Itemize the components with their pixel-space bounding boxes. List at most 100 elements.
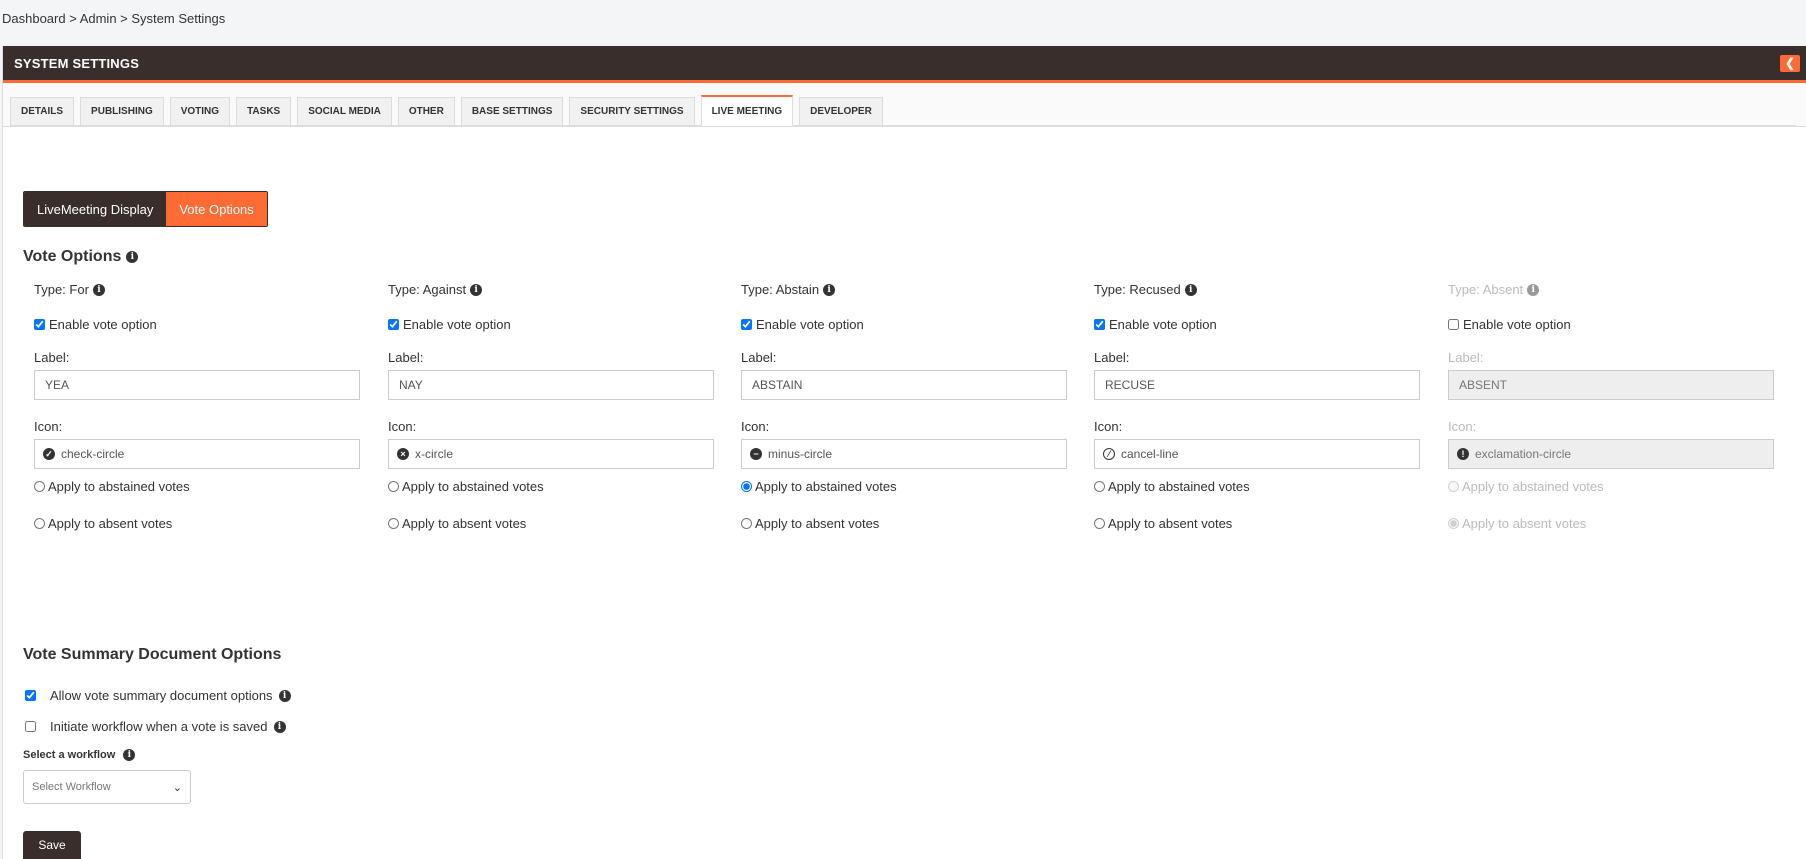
- apply-absent-option: Apply to absent votes: [741, 516, 879, 531]
- workflow-label-text: Select a workflow: [23, 749, 116, 761]
- icon-input-value: cancel-line: [1121, 447, 1179, 461]
- icon-input[interactable]: ⁄ cancel-line: [1094, 439, 1420, 469]
- vote-type-label: Type: Recused: [1094, 282, 1181, 297]
- tab-details[interactable]: DETAILS: [10, 97, 75, 125]
- enable-vote-checkbox[interactable]: [34, 319, 45, 330]
- apply-absent-radio[interactable]: [34, 518, 45, 529]
- info-icon[interactable]: i: [92, 283, 105, 296]
- label-input: ABSENT: [1448, 370, 1774, 400]
- label-input[interactable]: RECUSE: [1094, 370, 1420, 400]
- enable-vote-checkbox[interactable]: [1094, 319, 1105, 330]
- tab-other[interactable]: OTHER: [397, 97, 455, 125]
- icon-input: ! exclamation-circle: [1448, 439, 1774, 469]
- enable-vote-checkbox[interactable]: [1448, 319, 1459, 330]
- tab-developer[interactable]: DEVELOPER: [799, 97, 883, 125]
- allow-summary-label: Allow vote summary document options: [50, 688, 273, 703]
- apply-abstained-radio: [1448, 481, 1459, 492]
- enable-vote-checkbox[interactable]: [741, 319, 752, 330]
- apply-absent-radio[interactable]: [741, 518, 752, 529]
- enable-vote-checkbox[interactable]: [388, 319, 399, 330]
- tab-security-settings[interactable]: SECURITY SETTINGS: [569, 97, 695, 125]
- icon-input[interactable]: ✓ check-circle: [34, 439, 360, 469]
- info-icon[interactable]: i: [470, 283, 483, 296]
- vote-type-label: Type: Absent: [1448, 282, 1524, 297]
- summary-heading: Vote Summary Document Options: [23, 646, 282, 663]
- panel-title: SYSTEM SETTINGS: [14, 55, 140, 71]
- icon-caption: Icon:: [34, 419, 63, 434]
- vote-option-column: Type: For i Enable vote option Label: YE…: [34, 282, 360, 531]
- icon-input[interactable]: × x-circle: [388, 439, 714, 469]
- tab-voting[interactable]: VOTING: [169, 97, 231, 125]
- vote-type-label: Type: For: [34, 282, 89, 297]
- breadcrumb: Dashboard > Admin > System Settings: [2, 11, 226, 26]
- vote-options-button[interactable]: Vote Options: [166, 192, 267, 226]
- apply-absent-option: Apply to absent votes: [34, 516, 172, 531]
- apply-absent-option: Apply to absent votes: [388, 516, 526, 531]
- allow-summary-checkbox[interactable]: [25, 690, 36, 701]
- apply-abstained-option: Apply to abstained votes: [1094, 479, 1250, 494]
- chevron-down-icon: ⌄: [172, 781, 182, 794]
- vote-option-column: Type: Abstain i Enable vote option Label…: [741, 282, 1067, 531]
- collapse-button[interactable]: ❮: [1780, 54, 1800, 72]
- enable-vote-option: Enable vote option: [388, 317, 511, 332]
- icon-caption: Icon:: [388, 419, 417, 434]
- tab-base-settings[interactable]: BASE SETTINGS: [460, 97, 564, 125]
- vote-options-title: Vote Options: [23, 248, 122, 265]
- vote-type-label: Type: Against: [388, 282, 467, 297]
- info-icon[interactable]: i: [273, 720, 286, 733]
- apply-absent-label: Apply to absent votes: [48, 516, 173, 531]
- apply-absent-radio[interactable]: [1094, 518, 1105, 529]
- tab-publishing[interactable]: PUBLISHING: [80, 97, 164, 125]
- label-input[interactable]: ABSTAIN: [741, 370, 1067, 400]
- tab-live-meeting[interactable]: LIVE MEETING: [700, 95, 794, 126]
- enable-vote-label: Enable vote option: [49, 317, 157, 332]
- label-input[interactable]: YEA: [34, 370, 360, 400]
- tab-tasks[interactable]: TASKS: [236, 97, 292, 125]
- info-icon[interactable]: i: [1527, 283, 1540, 296]
- icon-input[interactable]: − minus-circle: [741, 439, 1067, 469]
- vote-type-label: Type: Abstain: [741, 282, 820, 297]
- info-icon[interactable]: i: [1184, 283, 1197, 296]
- label-caption: Label:: [34, 350, 70, 365]
- tab-social-media[interactable]: SOCIAL MEDIA: [297, 97, 392, 125]
- apply-abstained-radio[interactable]: [741, 481, 752, 492]
- label-caption: Label:: [741, 350, 777, 365]
- vote-type-heading: Type: Recused i: [1094, 282, 1420, 297]
- cancel-line-icon: ⁄: [1103, 448, 1115, 460]
- info-icon[interactable]: i: [123, 749, 136, 761]
- workflow-select[interactable]: Select Workflow ⌄: [23, 770, 191, 804]
- apply-absent-label: Apply to absent votes: [402, 516, 527, 531]
- apply-absent-radio[interactable]: [388, 518, 399, 529]
- apply-abstained-radio[interactable]: [34, 481, 45, 492]
- apply-abstained-option: Apply to abstained votes: [34, 479, 190, 494]
- info-icon[interactable]: i: [278, 689, 291, 702]
- info-icon[interactable]: i: [126, 251, 139, 263]
- apply-absent-option: Apply to absent votes: [1448, 516, 1586, 531]
- enable-vote-label: Enable vote option: [1109, 317, 1217, 332]
- save-button[interactable]: Save: [23, 831, 81, 859]
- minus-circle-icon: −: [750, 448, 762, 460]
- apply-abstained-label: Apply to abstained votes: [48, 479, 190, 494]
- enable-vote-label: Enable vote option: [403, 317, 511, 332]
- label-caption: Label:: [388, 350, 424, 365]
- icon-input-value: exclamation-circle: [1475, 447, 1572, 461]
- apply-abstained-radio[interactable]: [388, 481, 399, 492]
- label-input[interactable]: NAY: [388, 370, 714, 400]
- icon-input-value: check-circle: [61, 447, 125, 461]
- enable-vote-label: Enable vote option: [1463, 317, 1571, 332]
- apply-abstained-option: Apply to abstained votes: [1448, 479, 1604, 494]
- icon-caption: Icon:: [741, 419, 770, 434]
- allow-summary-option: Allow vote summary document options i: [23, 688, 291, 703]
- icon-caption: Icon:: [1094, 419, 1123, 434]
- apply-absent-label: Apply to absent votes: [1108, 516, 1233, 531]
- icon-caption: Icon:: [1448, 419, 1477, 434]
- livemeeting-display-button[interactable]: LiveMeeting Display: [24, 192, 167, 226]
- apply-abstained-radio[interactable]: [1094, 481, 1105, 492]
- initiate-workflow-checkbox[interactable]: [25, 721, 36, 732]
- info-icon[interactable]: i: [823, 283, 836, 296]
- vote-option-column: Type: Absent i Enable vote option Label:…: [1448, 282, 1774, 531]
- apply-abstained-option: Apply to abstained votes: [388, 479, 544, 494]
- workflow-select-value: Select Workflow: [32, 781, 111, 793]
- icon-input-value: minus-circle: [768, 447, 833, 461]
- enable-vote-option: Enable vote option: [1448, 317, 1571, 332]
